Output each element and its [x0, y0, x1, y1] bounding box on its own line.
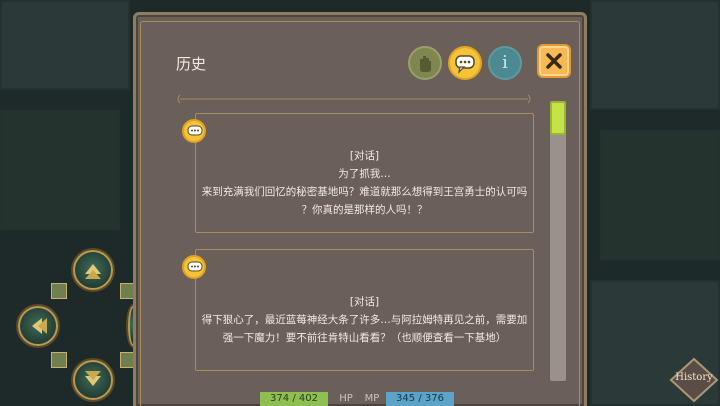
- entry-line: 来到充满我们回忆的秘密基地吗？难道就那么想得到王宫勇士的认可吗: [201, 186, 528, 198]
- entry-label: [对话]: [349, 296, 380, 308]
- history-button[interactable]: History: [669, 357, 719, 403]
- entry-type-badge: [182, 119, 206, 143]
- dpad-up-button[interactable]: [73, 250, 113, 290]
- dpad-left-button[interactable]: [18, 306, 58, 346]
- arrow-down-icon: [85, 371, 101, 386]
- mp-value: 345 / 376: [386, 392, 454, 406]
- dialog-title: 历史: [176, 55, 207, 73]
- entry-text: [对话] 为了抓我… 来到充满我们回忆的秘密基地吗？难道就那么想得到王宫勇士的认…: [195, 147, 534, 219]
- scrollbar-track[interactable]: [550, 101, 566, 381]
- bg-tile: [0, 110, 120, 230]
- dpad-diagonal-button[interactable]: [51, 352, 67, 368]
- history-button-label: History: [675, 372, 713, 383]
- close-icon: [546, 53, 562, 69]
- dpad-down-button[interactable]: [73, 360, 113, 400]
- arrow-up-icon: [85, 264, 101, 279]
- frame-ornament: [177, 94, 531, 104]
- bg-tile: [0, 0, 130, 90]
- entry-label: [对话]: [349, 150, 380, 162]
- dpad-diagonal-button[interactable]: [51, 283, 67, 299]
- hp-value: 374 / 402: [260, 392, 328, 406]
- history-dialog: 历史 i [对话] 为了抓我… 来到充满我们回忆的秘密基地吗？难道就那么想得到王…: [133, 12, 587, 406]
- info-icon: i: [502, 52, 508, 73]
- scrollbar-thumb[interactable]: [550, 101, 566, 135]
- filter-info-button[interactable]: i: [488, 46, 522, 80]
- bg-tile: [590, 0, 720, 110]
- arrow-left-icon: [32, 318, 47, 334]
- chat-bubble-icon: [187, 261, 203, 272]
- chat-icon: [455, 55, 475, 74]
- entry-type-badge: [182, 255, 206, 279]
- filter-action-button[interactable]: [408, 46, 442, 80]
- entry-line: 强一下魔力！要不前往肯特山看看？（也顺便查看一下基地）: [222, 332, 507, 344]
- entry-text: [对话] 得下狠心了，最近蓝莓神经大条了许多…与阿拉姆特再见之前，需要加 强一下…: [195, 293, 534, 347]
- entry-line: 为了抓我…: [338, 168, 391, 180]
- bg-tile: [600, 130, 720, 260]
- history-entry: [对话] 为了抓我… 来到充满我们回忆的秘密基地吗？难道就那么想得到王宫勇士的认…: [174, 107, 534, 242]
- entry-line: ？你真的是那样的人吗！？: [301, 204, 428, 216]
- hand-icon: [420, 56, 431, 72]
- history-list[interactable]: [对话] 为了抓我… 来到充满我们回忆的秘密基地吗？难道就那么想得到王宫勇士的认…: [174, 93, 544, 399]
- hp-label: HP: [339, 393, 353, 404]
- filter-dialogue-button[interactable]: [448, 46, 482, 80]
- chat-bubble-icon: [187, 125, 203, 136]
- mp-label: MP: [364, 393, 380, 404]
- close-button[interactable]: [537, 44, 571, 78]
- entry-line: 得下狠心了，最近蓝莓神经大条了许多…与阿拉姆特再见之前，需要加: [201, 314, 528, 326]
- history-entry: [对话] 得下狠心了，最近蓝莓神经大条了许多…与阿拉姆特再见之前，需要加 强一下…: [174, 243, 534, 399]
